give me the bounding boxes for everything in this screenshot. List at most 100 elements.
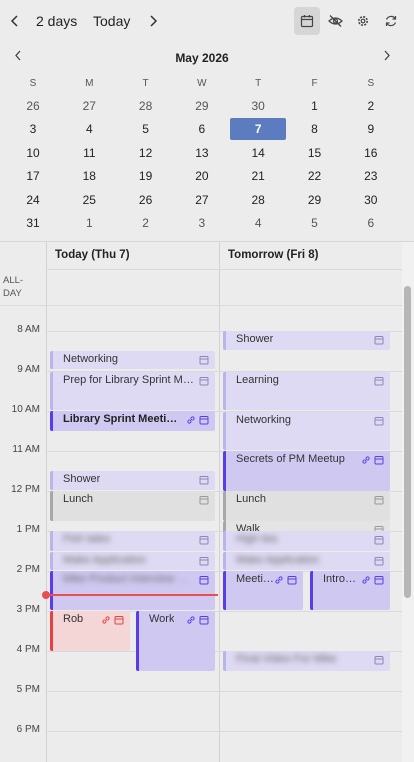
day-cell[interactable]: 14 <box>230 142 286 164</box>
day-cell[interactable]: 28 <box>230 189 286 211</box>
hour-label: 8 AM <box>17 324 40 335</box>
event-shower-tomorrow[interactable]: Shower <box>223 331 390 350</box>
calendar-icon <box>374 576 384 585</box>
event-meeting[interactable]: Meeting <box>223 571 303 610</box>
day-cell[interactable]: 25 <box>61 189 117 211</box>
day-cell[interactable]: 1 <box>61 212 117 234</box>
event-networking-tomorrow[interactable]: Networking <box>223 412 390 450</box>
day-cell[interactable]: 12 <box>118 142 174 164</box>
refresh-button[interactable] <box>378 7 404 35</box>
hide-events-button[interactable] <box>322 7 348 35</box>
calendar-icon <box>199 576 209 585</box>
day-cell[interactable]: 10 <box>5 142 61 164</box>
event-make-application[interactable]: Make Application <box>50 552 215 570</box>
event-learning[interactable]: Learning <box>223 372 390 410</box>
day-cell[interactable]: 31 <box>5 212 61 234</box>
event-title: Library Sprint Meeting <box>63 413 179 425</box>
calendar-icon <box>374 536 384 545</box>
calendar-icon <box>374 336 384 345</box>
day-cell[interactable]: 29 <box>174 95 230 117</box>
next-month-button[interactable] <box>383 50 391 64</box>
day-cell[interactable]: 23 <box>343 165 399 187</box>
event-work[interactable]: Work <box>136 611 215 671</box>
day-cell[interactable]: 1 <box>287 95 343 117</box>
day-cell[interactable]: 27 <box>174 189 230 211</box>
event-title: Lunch <box>63 493 93 505</box>
event-final-video[interactable]: Final Video For Mike <box>223 651 390 671</box>
day-cell[interactable]: 4 <box>61 118 117 140</box>
column-header-tomorrow: Tomorrow (Fri 8) <box>228 249 319 261</box>
event-title: Work <box>149 613 175 625</box>
all-day-label: ALL- DAY <box>3 275 24 299</box>
month-title: May 2026 <box>175 51 229 65</box>
day-cell[interactable]: 6 <box>343 212 399 234</box>
weekday-label: S <box>29 78 37 89</box>
day-cell[interactable]: 2 <box>343 95 399 117</box>
day-cell[interactable]: 8 <box>287 118 343 140</box>
eye-off-icon <box>327 15 343 27</box>
link-icon <box>102 616 110 624</box>
day-cell[interactable]: 21 <box>230 165 286 187</box>
day-cell[interactable]: 30 <box>343 189 399 211</box>
day-cell[interactable]: 20 <box>174 165 230 187</box>
day-cell[interactable]: 24 <box>5 189 61 211</box>
event-lunch[interactable]: Lunch <box>50 491 215 521</box>
weekday-label: M <box>85 78 94 89</box>
event-rob[interactable]: Rob <box>50 611 130 651</box>
day-cell[interactable]: 26 <box>118 189 174 211</box>
hour-gridline <box>46 691 402 692</box>
event-lunch-tomorrow[interactable]: Lunch <box>223 491 390 521</box>
day-cell[interactable]: 9 <box>343 118 399 140</box>
day-cell[interactable]: 22 <box>287 165 343 187</box>
day-cell-today[interactable]: 7 <box>230 118 287 141</box>
next-range-button[interactable] <box>148 0 158 42</box>
day-cell[interactable]: 29 <box>287 189 343 211</box>
event-title: Secrets of PM Meetup <box>236 453 345 465</box>
event-networking[interactable]: Networking <box>50 351 215 369</box>
prev-range-button[interactable] <box>10 0 20 42</box>
hour-label: 12 PM <box>11 484 40 495</box>
settings-button[interactable] <box>350 7 376 35</box>
day-cell[interactable]: 19 <box>118 165 174 187</box>
day-cell[interactable]: 16 <box>343 142 399 164</box>
day-cell[interactable]: 30 <box>230 95 286 117</box>
event-intro-call[interactable]: Intro call <box>310 571 390 610</box>
day-cell[interactable]: 26 <box>5 95 61 117</box>
event-title: Networking <box>236 414 292 426</box>
calendar-view-button[interactable] <box>294 7 320 35</box>
weekday-label: W <box>197 78 207 89</box>
event-prep-library-sprint[interactable]: Prep for Library Sprint Meeting <box>50 372 215 410</box>
calendar-icon <box>374 557 384 566</box>
range-selector[interactable]: 2 days <box>36 0 77 42</box>
day-cell[interactable]: 3 <box>5 118 61 140</box>
calendar-icon <box>199 416 209 425</box>
day-cell[interactable]: 15 <box>287 142 343 164</box>
day-cell[interactable]: 28 <box>118 95 174 117</box>
day-cell[interactable]: 5 <box>287 212 343 234</box>
event-shower[interactable]: Shower <box>50 471 215 490</box>
event-fish-tales[interactable]: Fish tales <box>50 531 215 551</box>
event-library-sprint[interactable]: Library Sprint Meeting <box>50 411 215 431</box>
event-high-tea[interactable]: High tea <box>223 531 390 551</box>
day-cell[interactable]: 3 <box>174 212 230 234</box>
day-cell[interactable]: 4 <box>230 212 286 234</box>
event-make-application-tomorrow[interactable]: Make Application <box>223 552 390 570</box>
scrollbar-thumb[interactable] <box>404 286 411 598</box>
day-cell[interactable]: 2 <box>118 212 174 234</box>
day-cell[interactable]: 13 <box>174 142 230 164</box>
event-title: Fish tales <box>63 533 111 545</box>
day-cell[interactable]: 5 <box>118 118 174 140</box>
event-secrets-pm-meetup[interactable]: Secrets of PM Meetup <box>223 451 390 491</box>
weekday-label: F <box>311 78 318 89</box>
scrollbar[interactable] <box>402 242 414 762</box>
day-cell[interactable]: 6 <box>174 118 230 140</box>
day-cell[interactable]: 11 <box>61 142 117 164</box>
today-button[interactable]: Today <box>93 0 130 42</box>
event-mike-product-interview[interactable]: Mike Product Interview Call <box>50 571 215 610</box>
day-cell[interactable]: 17 <box>5 165 61 187</box>
day-cell[interactable]: 18 <box>61 165 117 187</box>
day-cell[interactable]: 27 <box>61 95 117 117</box>
current-time-line <box>47 594 218 596</box>
link-icon <box>275 576 283 584</box>
calendar-icon <box>374 377 384 386</box>
